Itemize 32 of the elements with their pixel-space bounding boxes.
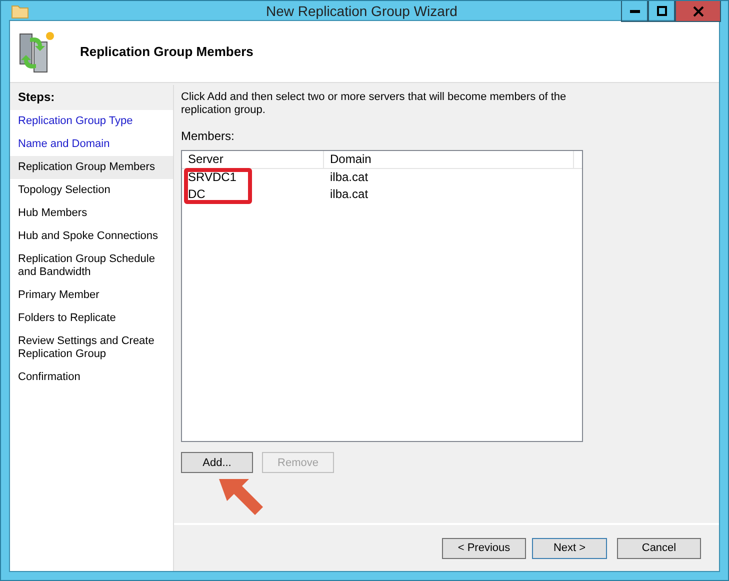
step-item[interactable]: Folders to Replicate <box>10 307 173 330</box>
column-header[interactable]: Domain <box>324 151 574 168</box>
table-cell-text: ilba.cat <box>329 169 370 186</box>
step-item[interactable]: Replication Group Members <box>10 156 173 179</box>
nav-button[interactable]: Next > <box>532 538 607 558</box>
nav-button[interactable]: Cancel <box>617 538 701 558</box>
close-button[interactable] <box>675 1 721 22</box>
step-item[interactable]: Confirmation <box>10 366 173 389</box>
step-item[interactable]: Replication Group Type <box>10 110 173 133</box>
highlight-box <box>184 168 252 204</box>
step-item[interactable]: Name and Domain <box>10 133 173 156</box>
nav-button[interactable]: < Previous <box>442 538 526 558</box>
table-cell-text: DC <box>187 186 206 203</box>
minimize-icon <box>630 9 640 13</box>
close-icon <box>692 6 704 16</box>
column-header[interactable]: Server <box>182 151 324 168</box>
step-item[interactable]: Hub and Spoke Connections <box>10 225 173 248</box>
table-cell-text: ilba.cat <box>329 186 370 203</box>
step-item[interactable]: Primary Member <box>10 284 173 307</box>
servers-icon <box>18 30 56 74</box>
step-item[interactable]: Review Settings and Create Replication Group <box>10 330 173 366</box>
table-cell-text: SRVDC1 <box>187 169 238 186</box>
window-title: New Replication Group Wizard <box>266 2 458 18</box>
list-button[interactable]: Add... <box>181 452 253 473</box>
steps-heading: Steps: <box>10 85 173 110</box>
page-title: Replication Group Members <box>80 44 254 59</box>
step-item[interactable]: Replication Group Schedule and Bandwidth <box>10 248 173 284</box>
step-item[interactable]: Topology Selection <box>10 179 173 202</box>
maximize-icon <box>656 6 666 16</box>
step-item[interactable]: Hub Members <box>10 202 173 225</box>
members-label: Members: <box>181 129 236 143</box>
instruction-text: Click Add and then select two or more servers that will become members of the replication group. <box>181 91 568 117</box>
